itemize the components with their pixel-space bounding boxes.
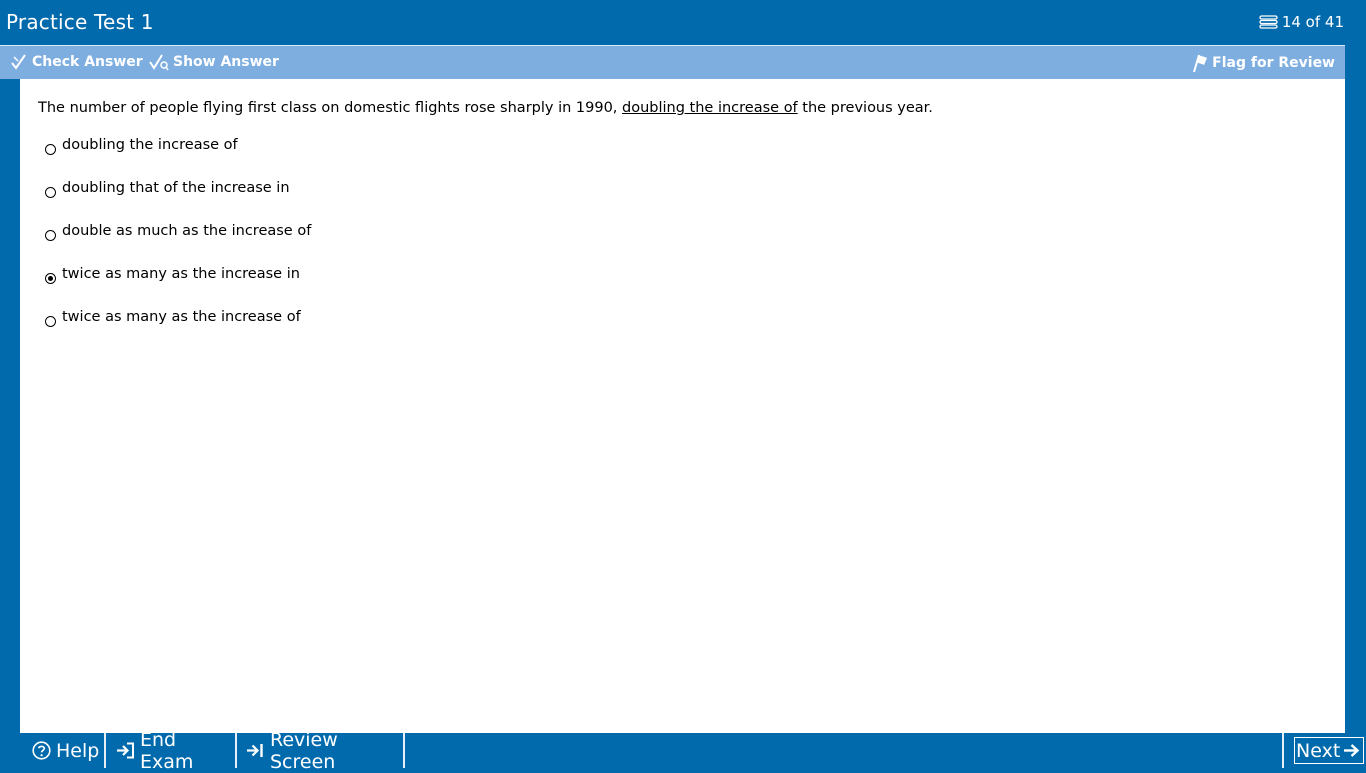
question-circle-icon: [32, 741, 51, 760]
answer-choice-label: doubling that of the increase in: [62, 180, 290, 196]
flag-icon: [1190, 53, 1208, 73]
answer-choice-label: doubling the increase of: [62, 137, 238, 153]
check-answer-button[interactable]: Check Answer: [10, 53, 143, 71]
answer-choice-d[interactable]: twice as many as the increase in: [45, 266, 311, 309]
end-exam-button[interactable]: End Exam: [106, 729, 237, 773]
next-button[interactable]: Next: [1282, 733, 1366, 768]
help-label: Help: [56, 739, 100, 762]
progress-label: 14 of 41: [1281, 13, 1344, 31]
arrow-right-icon: [1343, 742, 1360, 759]
question-progress: 14 of 41: [1259, 13, 1344, 31]
title-bar: Practice Test 1 14 of 41: [0, 0, 1366, 45]
check-answer-label: Check Answer: [32, 54, 143, 70]
show-answer-label: Show Answer: [173, 54, 279, 70]
stack-icon: [1259, 15, 1278, 29]
show-answer-button[interactable]: Show Answer: [149, 53, 279, 71]
radio-button[interactable]: [45, 187, 56, 198]
next-label: Next: [1296, 739, 1341, 762]
answer-choice-label: twice as many as the increase of: [62, 309, 301, 325]
answer-choice-label: twice as many as the increase in: [62, 266, 300, 282]
answer-choice-label: double as much as the increase of: [62, 223, 312, 239]
flag-for-review-label: Flag for Review: [1212, 55, 1335, 71]
help-button[interactable]: Help: [22, 733, 106, 768]
answer-choice-e[interactable]: twice as many as the increase of: [45, 309, 311, 352]
answer-choice-b[interactable]: doubling that of the increase in: [45, 180, 311, 223]
answer-choice-c[interactable]: double as much as the increase of: [45, 223, 311, 266]
question-panel: The number of people flying first class …: [20, 79, 1345, 733]
radio-button-selected[interactable]: [45, 273, 56, 284]
flag-for-review-button[interactable]: Flag for Review: [1190, 53, 1335, 73]
review-screen-button[interactable]: Review Screen: [237, 729, 405, 773]
exit-arrow-icon: [116, 742, 135, 759]
question-stem: The number of people flying first class …: [38, 100, 933, 116]
radio-button[interactable]: [45, 230, 56, 241]
review-screen-label: Review Screen: [270, 728, 338, 773]
question-underlined-text: doubling the increase of: [622, 100, 798, 116]
bottom-navigation-bar: Help End Exam Review Screen Next: [20, 729, 1366, 773]
question-text-before: The number of people flying first class …: [38, 100, 623, 116]
next-button-frame: Next: [1294, 737, 1365, 764]
radio-button[interactable]: [45, 316, 56, 327]
answer-choice-a[interactable]: doubling the increase of: [45, 137, 311, 180]
toolbar: Check Answer Show Answer Flag for Review: [0, 45, 1345, 79]
check-pencil-icon: [10, 53, 28, 71]
app-title: Practice Test 1: [6, 10, 154, 34]
answer-choices: doubling the increase of doubling that o…: [45, 137, 311, 352]
end-exam-label: End Exam: [140, 728, 194, 773]
arrow-bar-icon: [246, 742, 265, 759]
question-text-after: the previous year.: [797, 100, 933, 116]
radio-button[interactable]: [45, 144, 56, 155]
show-answer-icon: [149, 53, 169, 71]
